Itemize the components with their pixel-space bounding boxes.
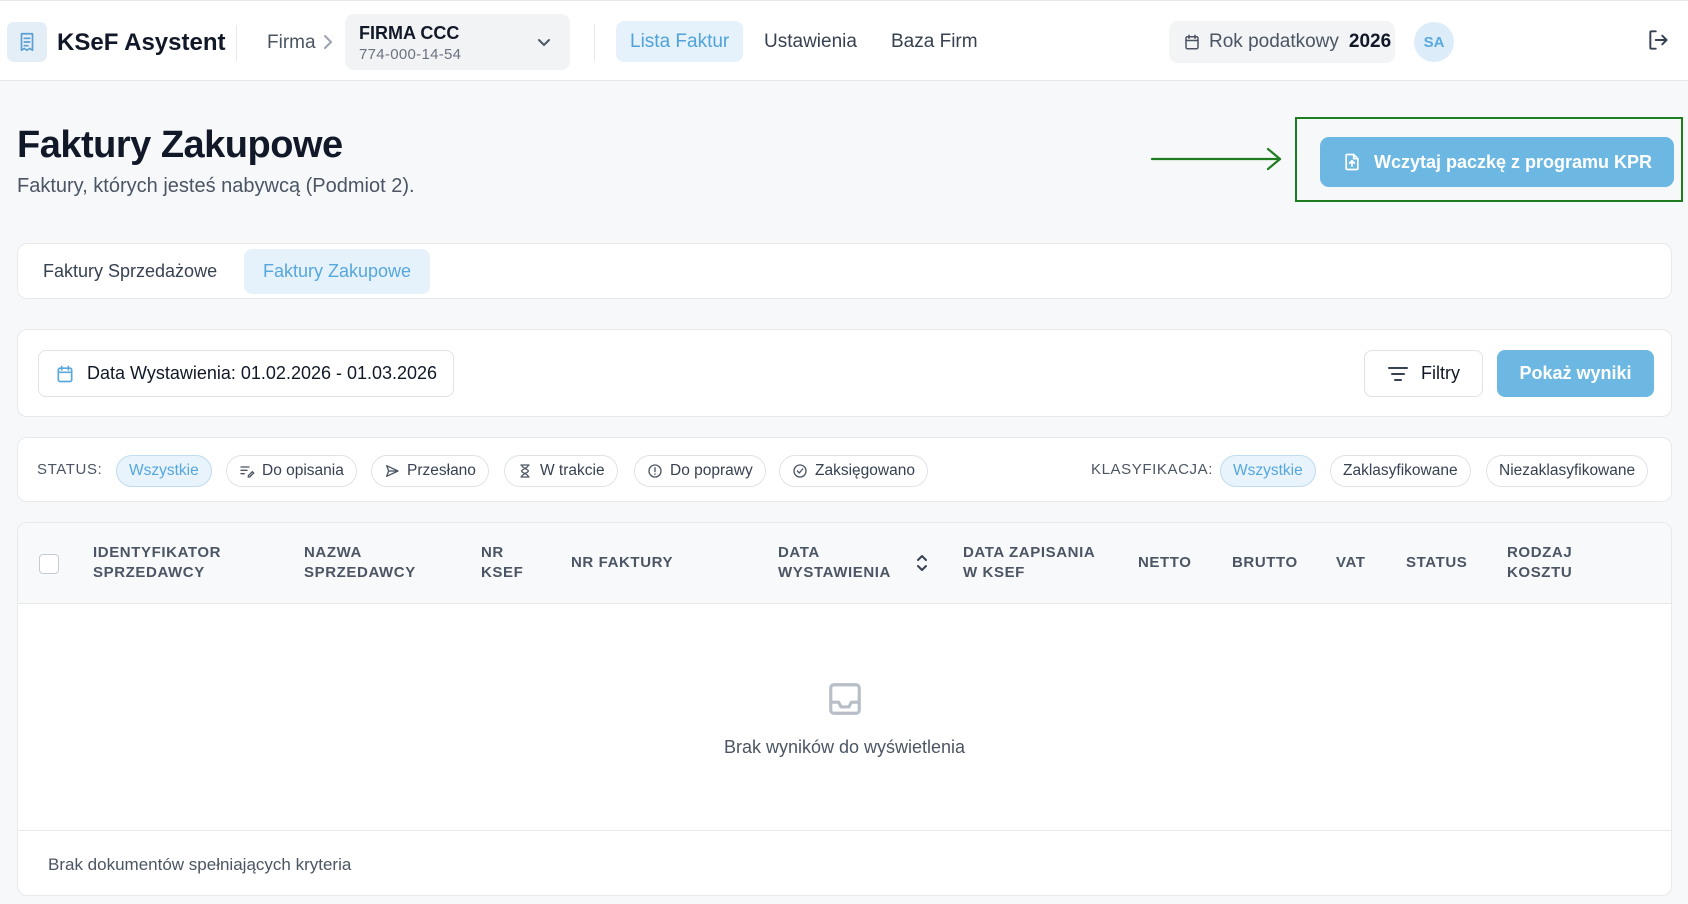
classification-label: KLASYFIKACJA: — [1091, 461, 1214, 478]
company-name: FIRMA CCC — [359, 23, 460, 43]
tab-faktury-sprzedazowe[interactable]: Faktury Sprzedażowe — [24, 249, 236, 294]
empty-state-message: Brak wyników do wyświetlenia — [723, 737, 966, 757]
status-chip-do-poprawy[interactable]: Do poprawy — [634, 455, 766, 487]
select-all-checkbox[interactable] — [39, 554, 59, 574]
status-chip-zaksiegowano[interactable]: Zaksięgowano — [779, 455, 928, 487]
calendar-icon — [57, 365, 73, 382]
breadcrumb-firma: Firma — [267, 32, 316, 53]
invoice-table: IDENTYFIKATOR SPRZEDAWCY NAZWA SPRZEDAWCY … — [17, 522, 1672, 896]
chip-label: Zaklasyfikowane — [1343, 462, 1458, 479]
chip-label: Przesłano — [407, 462, 476, 479]
import-kpr-label: Wczytaj paczkę z programu KPR — [1373, 151, 1653, 172]
import-kpr-button[interactable]: Wczytaj paczkę z programu KPR — [1320, 137, 1674, 187]
column-header-vat[interactable]: VAT — [1336, 553, 1366, 573]
column-header-identyfikator-sprzedawcy[interactable]: IDENTYFIKATOR SPRZEDAWCY — [93, 543, 221, 583]
nav-baza-firm[interactable]: Baza Firm — [877, 21, 992, 62]
file-upload-icon — [1345, 153, 1359, 171]
date-range-label: Data Wystawienia: 01.02.2026 - 01.03.202… — [87, 363, 438, 383]
status-chip-w-trakcie[interactable]: W trakcie — [504, 455, 618, 487]
edit-list-icon — [240, 466, 255, 478]
show-results-button[interactable]: Pokaż wyniki — [1497, 350, 1654, 397]
avatar[interactable]: SA — [1414, 22, 1454, 62]
tax-year-selector[interactable]: Rok podatkowy 2026 — [1169, 21, 1395, 63]
alert-circle-icon — [648, 464, 662, 478]
date-range-picker[interactable]: Data Wystawienia: 01.02.2026 - 01.03.202… — [38, 350, 454, 397]
status-chip-wszystkie[interactable]: Wszystkie — [116, 455, 212, 487]
column-header-nr-ksef[interactable]: NR KSEF — [481, 543, 523, 583]
app-title: KSeF Asystent — [57, 29, 226, 56]
hourglass-icon — [520, 464, 530, 478]
inbox-icon — [829, 683, 861, 715]
chevron-down-icon — [538, 39, 550, 47]
calendar-icon — [1185, 34, 1199, 50]
page-subtitle: Faktury, których jesteś nabywcą (Podmiot… — [17, 175, 415, 197]
page-title: Faktury Zakupowe — [17, 124, 343, 166]
column-header-rodzaj-kosztu[interactable]: RODZAJ KOSZTU — [1507, 543, 1572, 583]
column-header-status[interactable]: STATUS — [1406, 553, 1467, 573]
filters-label: Filtry — [1421, 363, 1460, 383]
filter-bar: Data Wystawienia: 01.02.2026 - 01.03.202… — [17, 329, 1672, 417]
chip-label: W trakcie — [540, 462, 605, 479]
divider — [594, 25, 595, 61]
check-circle-icon — [793, 464, 807, 478]
status-filter-bar: STATUS: Wszystkie Do opisania Przesłano … — [17, 437, 1672, 502]
chevron-right-icon — [324, 35, 333, 49]
receipt-icon — [20, 32, 34, 52]
chip-label: Do opisania — [262, 462, 344, 479]
status-label: STATUS: — [37, 461, 103, 478]
company-nip: 774-000-14-54 — [359, 46, 462, 63]
arrow-right-icon — [1150, 147, 1282, 171]
classification-chip-niezaklasyfikowane[interactable]: Niezaklasyfikowane — [1486, 455, 1649, 487]
tab-faktury-zakupowe[interactable]: Faktury Zakupowe — [244, 249, 431, 294]
nav-ustawienia[interactable]: Ustawienia — [750, 21, 871, 62]
table-header: IDENTYFIKATOR SPRZEDAWCY NAZWA SPRZEDAWCY … — [18, 523, 1671, 604]
top-bar: KSeF Asystent Firma FIRMA CCC 774-000-14… — [0, 0, 1688, 81]
column-header-nazwa-sprzedawcy[interactable]: NAZWA SPRZEDAWCY — [304, 543, 416, 583]
invoice-type-tabs: Faktury Sprzedażowe Faktury Zakupowe — [17, 243, 1672, 299]
nav-lista-faktur[interactable]: Lista Faktur — [616, 21, 744, 62]
column-header-nr-faktury[interactable]: NR FAKTURY — [571, 553, 673, 573]
chip-label: Zaksięgowano — [815, 462, 915, 479]
chip-label: Wszystkie — [129, 462, 199, 479]
filters-button[interactable]: Filtry — [1364, 350, 1483, 397]
column-header-data-zapisania-w-ksef[interactable]: DATA ZAPISANIA W KSEF — [963, 543, 1095, 583]
chip-label: Do poprawy — [670, 462, 753, 479]
chip-label: Niezaklasyfikowane — [1499, 462, 1636, 479]
column-header-data-wystawienia[interactable]: DATA WYSTAWIENIA — [778, 543, 891, 583]
chip-label: Wszystkie — [1233, 462, 1303, 479]
classification-chip-zaklasyfikowane[interactable]: Zaklasyfikowane — [1330, 455, 1471, 487]
app-logo[interactable] — [7, 22, 47, 62]
company-select[interactable]: FIRMA CCC 774-000-14-54 — [345, 14, 570, 70]
divider — [236, 25, 237, 61]
tax-year-label: Rok podatkowy — [1209, 31, 1339, 52]
send-icon — [386, 465, 399, 477]
logout-icon[interactable] — [1646, 27, 1672, 53]
column-header-brutto[interactable]: BRUTTO — [1232, 553, 1298, 573]
table-footer: Brak dokumentów spełniających kryteria — [18, 830, 1671, 895]
filter-icon — [1388, 366, 1408, 381]
classification-chip-wszystkie[interactable]: Wszystkie — [1220, 455, 1316, 487]
status-chip-do-opisania[interactable]: Do opisania — [226, 455, 357, 487]
status-chip-przeslano[interactable]: Przesłano — [371, 455, 489, 487]
tax-year-value: 2026 — [1348, 31, 1392, 52]
footer-message: Brak dokumentów spełniających kryteria — [48, 855, 352, 874]
sort-icon[interactable] — [916, 553, 928, 573]
column-header-netto[interactable]: NETTO — [1138, 553, 1192, 573]
